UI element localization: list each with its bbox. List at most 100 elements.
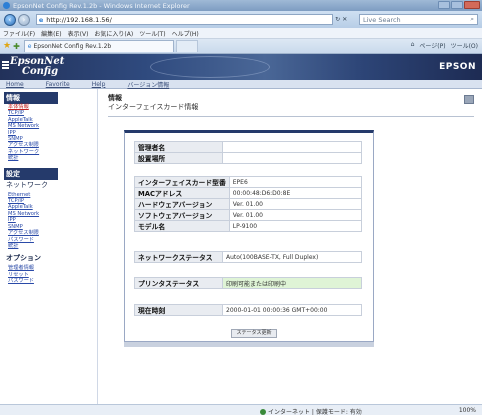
table-row: 管理者名 [134,141,362,153]
header-decoration [150,56,270,78]
globe-icon [260,408,266,415]
epsonnet-logo-icon [2,61,9,70]
menu-favorites[interactable]: お気に入り(A) [94,29,133,38]
menu-help[interactable]: ヘルプ(H) [172,29,199,38]
page-menu[interactable]: ページ(P) [419,41,445,50]
app-logo: EpsonNet Config [10,57,64,77]
table-row: 現在時刻 2000-01-01 00:00:36 GMT+00:00 [134,304,362,316]
table-row: インターフェイスカード型番 EPE6 [134,176,363,188]
table-row: モデル名 LP-9100 [134,220,363,232]
network-status-table: ネットワークステータス Auto(100BASE-TX, Full Duplex… [134,251,362,263]
tab-epsonnet-config[interactable]: e EpsonNet Config Rev.1.2b [23,40,174,52]
search-icon[interactable]: ⌕ [470,15,474,24]
close-button[interactable] [464,1,480,9]
printer-status-label: プリンタステータス [134,277,223,289]
card-model-value: EPE6 [228,176,363,188]
main-content: 情報 インターフェイスカード情報 管理者名 設置場所 インターフェイスカード型番… [100,89,482,404]
zoom-level[interactable]: 100% [459,407,476,414]
refresh-icon[interactable]: ↻ [335,16,340,23]
mac-address-value: 00:00:48:D6:D0:8E [228,187,363,199]
network-status-label: ネットワークステータス [134,251,223,263]
mac-address-label: MACアドレス [134,187,230,199]
search-input[interactable]: Live Search ⌕ [359,14,478,25]
config-section-sub: ネットワーク [6,180,48,189]
location-label: 設置場所 [134,152,223,164]
maximize-button[interactable] [451,1,463,9]
nav-favorite-link[interactable]: Favorite [46,81,70,88]
nav-version-link[interactable]: バージョン情報 [127,80,169,89]
minimize-button[interactable] [438,1,450,9]
panel-footer [124,342,374,347]
card-model-label: インターフェイスカード型番 [134,176,230,188]
admin-name-value [222,141,362,153]
nav-home-link[interactable]: Home [6,81,24,88]
admin-table: 管理者名 設置場所 [134,141,362,164]
menu-file[interactable]: ファイル(F) [3,29,35,38]
add-favorite-icon[interactable]: ✚ [13,42,20,51]
current-time-label: 現在時刻 [134,304,223,316]
menu-edit[interactable]: 編集(E) [41,29,61,38]
favorites-star-icon[interactable]: ★ [3,41,11,51]
app-header: EpsonNet Config EPSON [0,54,482,80]
logo-line-2: Config [22,66,59,77]
config-section-head: 設定 [4,167,58,180]
page-icon: e [38,15,44,24]
tab-label: EpsonNet Config Rev.1.2b [33,43,112,50]
sw-version-label: ソフトウェアバージョン [134,209,230,221]
info-panel: 管理者名 設置場所 インターフェイスカード型番 EPE6 MACアドレス 00:… [124,130,374,342]
current-time-value: 2000-01-01 00:00:36 GMT+00:00 [222,304,362,316]
tools-menu[interactable]: ツール(O) [451,41,478,50]
menu-bar: ファイル(F) 編集(E) 表示(V) お気に入り(A) ツール(T) ヘルプ(… [0,28,482,39]
menu-view[interactable]: 表示(V) [68,29,89,38]
address-text: http://192.168.1.56/ [46,15,112,24]
table-row: MACアドレス 00:00:48:D6:D0:8E [134,187,363,199]
command-bar: ⌂ ページ(P) ツール(O) [411,41,478,50]
hw-version-label: ハードウェアバージョン [134,198,230,210]
printer-status-value: 印刷可能または印刷中 [222,277,362,289]
card-info-table: インターフェイスカード型番 EPE6 MACアドレス 00:00:48:D6:D… [134,176,363,232]
model-name-label: モデル名 [134,220,230,232]
window-titlebar: EpsonNet Config Rev.1.2b - Windows Inter… [0,0,482,11]
search-placeholder: Live Search [363,15,401,24]
brand-logo: EPSON [439,62,476,72]
new-tab-button[interactable] [175,40,198,52]
back-button[interactable]: ‹ [4,13,16,26]
menu-tools[interactable]: ツール(T) [139,29,165,38]
forward-button[interactable]: › [17,13,30,26]
security-zone: インターネット | 保護モード: 有効 [260,407,362,415]
location-value [222,152,362,164]
table-row: ハードウェアバージョン Ver. 01.00 [134,198,363,210]
network-status-value: Auto(100BASE-TX, Full Duplex) [222,251,362,263]
home-icon[interactable]: ⌂ [411,41,415,50]
page-subtitle: インターフェイスカード情報 [108,103,199,111]
option-section-head: オプション [6,254,41,263]
tab-page-icon: e [27,43,32,50]
address-input[interactable]: e http://192.168.1.56/ [35,14,334,25]
status-update-button[interactable]: ステータス更新 [231,329,277,338]
table-row: ネットワークステータス Auto(100BASE-TX, Full Duplex… [134,251,362,263]
address-bar: ‹ › e http://192.168.1.56/ ↻ ✕ Live Sear… [0,11,482,28]
left-navigation: 情報 本体情報 TCP/IP AppleTalk MS Network IPP … [0,89,98,404]
printer-status-table: プリンタステータス 印刷可能または印刷中 [134,277,362,289]
table-row: プリンタステータス 印刷可能または印刷中 [134,277,362,289]
top-nav: Home Favorite Help バージョン情報 [0,80,482,89]
nav-config-stats[interactable]: 統計 [4,243,97,249]
window-title: EpsonNet Config Rev.1.2b - Windows Inter… [13,1,190,10]
info-section-head: 情報 [4,92,58,104]
help-button[interactable] [464,95,474,104]
model-name-value: LP-9100 [228,220,363,232]
nav-option-password[interactable]: パスワード [4,278,97,284]
admin-name-label: 管理者名 [134,141,223,153]
current-time-table: 現在時刻 2000-01-01 00:00:36 GMT+00:00 [134,304,362,316]
ie-logo-icon [3,2,10,9]
hw-version-value: Ver. 01.00 [228,198,363,210]
stop-icon[interactable]: ✕ [342,16,347,23]
nav-help-link[interactable]: Help [92,81,106,88]
title-divider [108,116,474,117]
zone-text: インターネット | 保護モード: 有効 [268,409,362,415]
table-row: ソフトウェアバージョン Ver. 01.00 [134,209,363,221]
table-row: 設置場所 [134,152,362,164]
status-bar: インターネット | 保護モード: 有効 100% [0,404,482,415]
sw-version-value: Ver. 01.00 [228,209,363,221]
page-viewport: EpsonNet Config EPSON Home Favorite Help… [0,54,482,404]
